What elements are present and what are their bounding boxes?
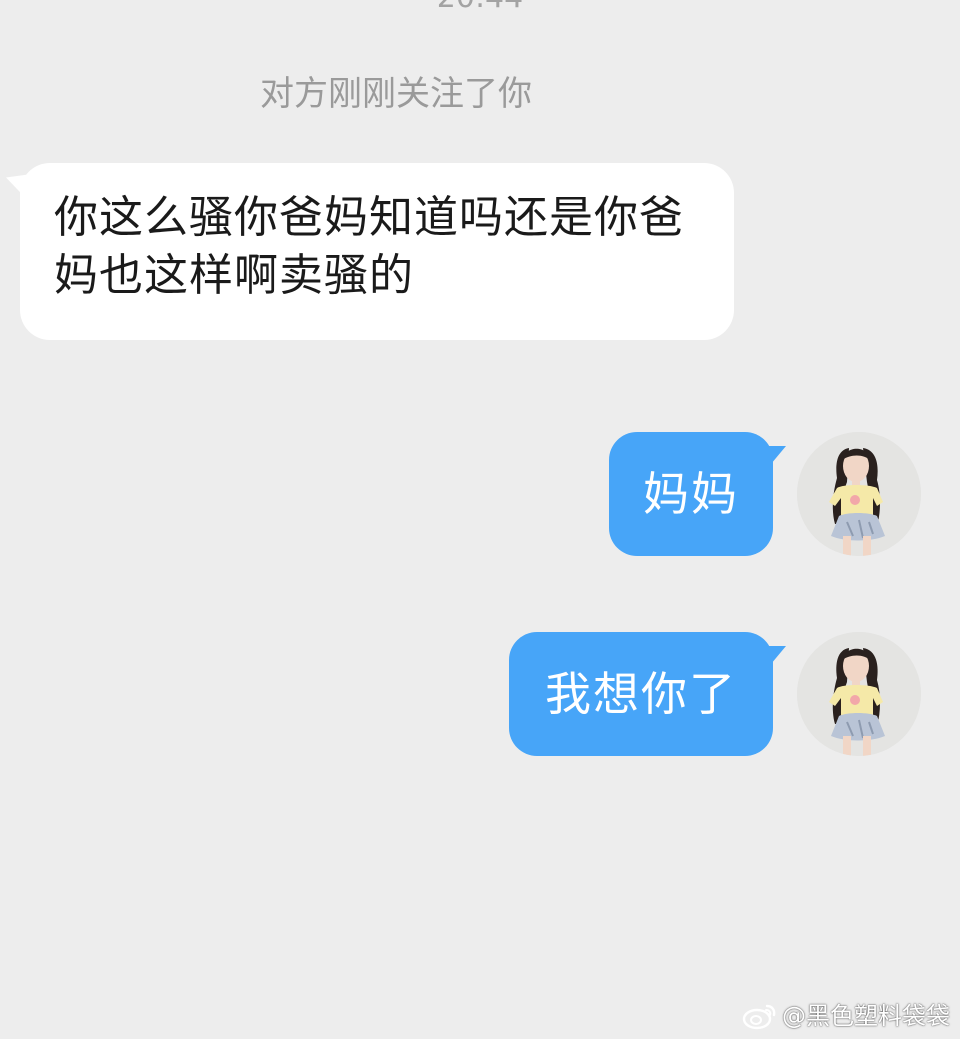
avatar[interactable] (797, 432, 921, 556)
incoming-message-text: 你这么骚你爸妈知道吗还是你爸妈也这样啊卖骚的 (54, 192, 684, 301)
avatar[interactable] (797, 632, 921, 756)
avatar-portrait-icon (797, 432, 921, 556)
system-notice: 对方刚刚关注了你 (260, 74, 532, 114)
outgoing-message-bubble[interactable]: 我想你了 (509, 632, 773, 756)
outgoing-bubble-tail (766, 446, 786, 470)
outgoing-bubble-tail (766, 646, 786, 670)
outgoing-message-bubble[interactable]: 妈妈 (609, 432, 773, 556)
outgoing-message-text: 我想你了 (545, 667, 737, 721)
chat-timestamp: 20:44 (0, 0, 960, 18)
watermark: @黑色塑料袋袋 (742, 1001, 950, 1031)
weibo-icon (742, 1004, 776, 1030)
watermark-text: @黑色塑料袋袋 (782, 1002, 950, 1030)
outgoing-message-text: 妈妈 (643, 467, 739, 521)
avatar-portrait-icon (797, 632, 921, 756)
incoming-message-bubble[interactable]: 你这么骚你爸妈知道吗还是你爸妈也这样啊卖骚的 (20, 163, 734, 340)
